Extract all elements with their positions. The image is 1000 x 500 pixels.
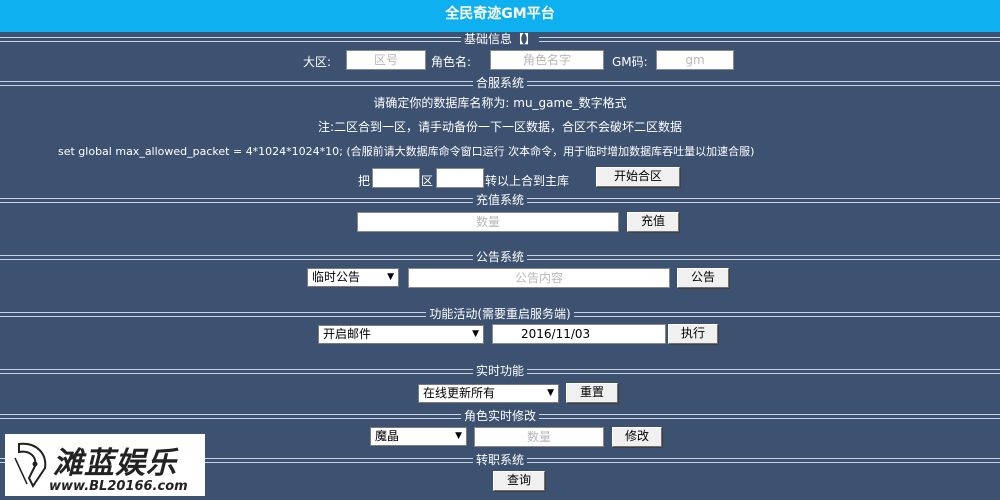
zone-input[interactable]: [346, 50, 426, 70]
recharge-section-title: 充值系统: [0, 193, 1000, 207]
gm-label: GM码:: [612, 55, 648, 69]
role-edit-section-title: 角色实时修改: [0, 409, 1000, 423]
role-edit-amount-input[interactable]: [474, 427, 604, 447]
role-attribute-select[interactable]: 魔晶 ▼: [370, 427, 467, 446]
reset-button[interactable]: 重置: [566, 383, 618, 403]
chevron-down-icon: ▼: [387, 272, 394, 282]
watermark-url: www.BL20166.com: [49, 479, 188, 494]
merge-target-zone-input[interactable]: [436, 168, 484, 188]
modify-button[interactable]: 修改: [612, 427, 662, 447]
recharge-button[interactable]: 充值: [627, 212, 679, 232]
chevron-down-icon: ▼: [547, 388, 554, 398]
merge-section-title: 合服系统: [0, 76, 1000, 90]
basic-section-title: 基础信息【】: [0, 32, 1000, 46]
app-title: 全民奇迹GM平台: [0, 0, 1000, 32]
recharge-amount-input[interactable]: [357, 212, 619, 232]
notice-type-select[interactable]: 临时公告 ▼: [307, 268, 399, 287]
merge-ba-label: 把: [358, 174, 371, 188]
notice-section-title: 公告系统: [0, 250, 1000, 264]
zone-label: 大区:: [303, 55, 332, 69]
chevron-down-icon: ▼: [472, 329, 479, 339]
pen-nib-icon: [14, 442, 47, 488]
activity-date-input[interactable]: [492, 324, 666, 344]
query-button[interactable]: 查询: [493, 471, 545, 491]
merge-hint-backup: 注:二区合到一区，请手动备份一下一区数据，合区不会破坏二区数据: [317, 120, 683, 134]
chevron-down-icon: ▼: [455, 431, 462, 441]
role-name-input[interactable]: [490, 50, 604, 70]
merge-source-zone-input[interactable]: [372, 168, 420, 188]
role-label: 角色名:: [431, 55, 472, 69]
execute-button[interactable]: 执行: [668, 324, 718, 344]
activity-section-title: 功能活动(需要重启服务端): [0, 307, 1000, 321]
notice-button[interactable]: 公告: [677, 268, 729, 288]
watermark-brand: 滩蓝娱乐: [53, 446, 177, 481]
realtime-section-title: 实时功能: [0, 364, 1000, 378]
notice-content-input[interactable]: [408, 268, 670, 288]
watermark-logo: 滩蓝娱乐 www.BL20166.com: [5, 434, 205, 496]
gm-code-input[interactable]: [656, 50, 734, 70]
merge-tail-label: 转以上合到主库: [485, 174, 570, 188]
merge-hint-db-name: 请确定你的数据库名称为: mu_game_数字格式: [373, 96, 627, 110]
realtime-select[interactable]: 在线更新所有 ▼: [418, 384, 559, 403]
merge-sql-command: set global max_allowed_packet = 4*1024*1…: [58, 145, 755, 158]
merge-qu-label: 区: [421, 174, 434, 188]
start-merge-button[interactable]: 开始合区: [596, 167, 680, 187]
activity-select[interactable]: 开启邮件 ▼: [318, 325, 484, 344]
